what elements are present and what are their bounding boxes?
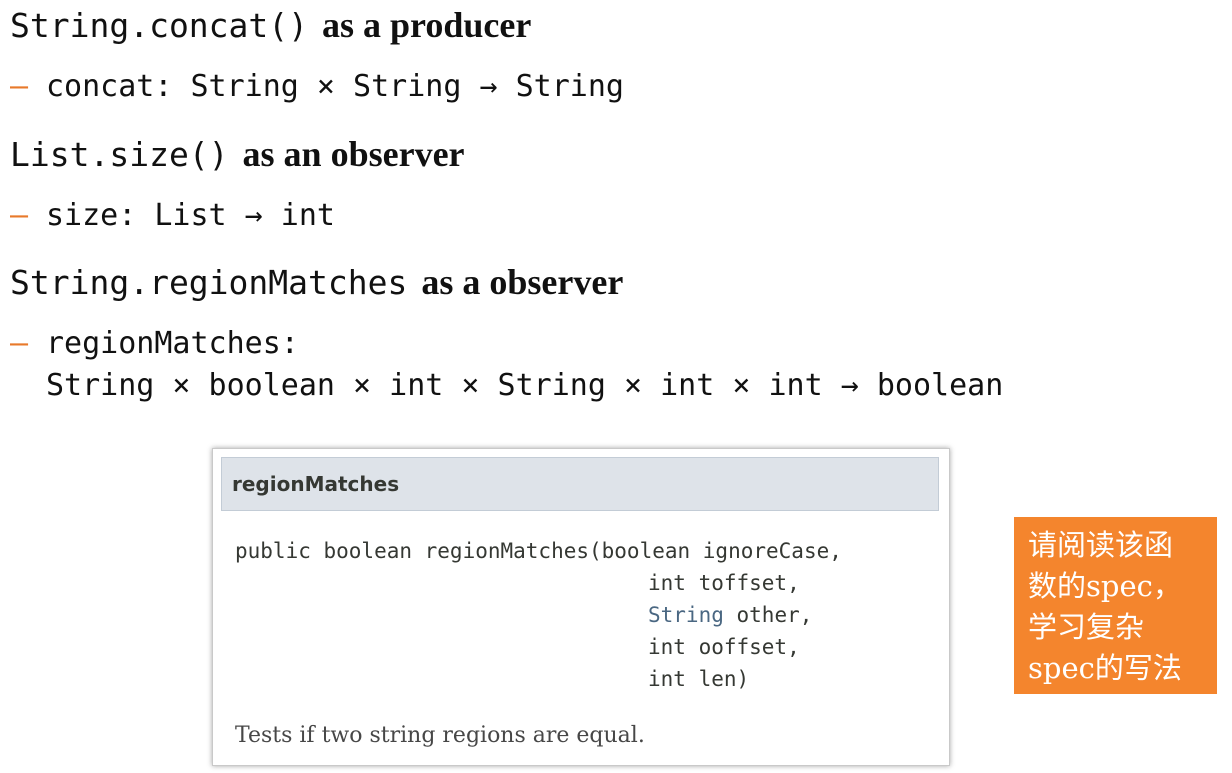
note-line: 请阅读该函 (1028, 528, 1174, 562)
bullet-text: regionMatches: (46, 326, 299, 361)
signature-line: String other, (648, 599, 812, 631)
heading-regionmatches: String.regionMatches as a observer (10, 262, 623, 304)
bullet-text: size: List → int (46, 198, 335, 233)
heading-desc: as an observer (242, 134, 465, 174)
javadoc-header: regionMatches (221, 457, 939, 511)
dash-bullet: – (10, 198, 29, 233)
javadoc-description: Tests if two string regions are equal. (235, 723, 645, 748)
bullet-regionmatches: – regionMatches: (10, 324, 299, 364)
signature-line: public boolean regionMatches(boolean ign… (235, 539, 842, 563)
bullet-size: – size: List → int (10, 196, 335, 236)
heading-size: List.size() as an observer (10, 134, 465, 176)
note-line: 数的spec， (1028, 569, 1182, 603)
note-line: spec的写法 (1028, 651, 1182, 685)
string-type-link[interactable]: String (648, 603, 724, 627)
heading-desc: as a producer (322, 5, 532, 45)
signature-line: int len) (648, 667, 750, 691)
dash-bullet: – (10, 69, 29, 104)
heading-code: String.regionMatches (10, 263, 408, 302)
bullet-concat: – concat: String × String → String (10, 67, 624, 107)
signature-line: int ooffset, (648, 635, 800, 659)
heading-desc: as a observer (421, 262, 624, 302)
javadoc-panel: regionMatches public boolean regionMatch… (212, 448, 950, 766)
heading-code: List.size() (10, 135, 229, 174)
dash-bullet: – (10, 326, 29, 361)
signature-param: other, (736, 603, 813, 627)
signature-line: int toffset, (648, 571, 800, 595)
heading-concat: String.concat() as a producer (10, 5, 531, 47)
bullet-text: concat: String × String → String (46, 69, 624, 104)
bullet-regionmatches-signature: String × boolean × int × String × int × … (46, 368, 1004, 403)
javadoc-title: regionMatches (232, 472, 400, 496)
note-callout: 请阅读该函 数的spec， 学习复杂 spec的写法 (1014, 517, 1217, 694)
note-line: 学习复杂 (1028, 610, 1145, 644)
heading-code: String.concat() (10, 6, 309, 45)
